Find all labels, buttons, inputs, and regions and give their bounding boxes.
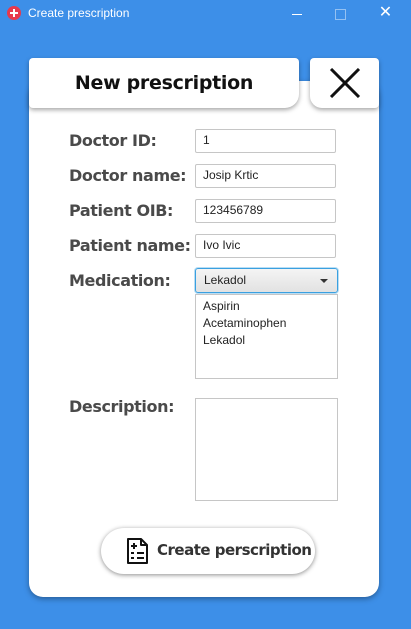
medication-dropdown[interactable]: Lekadol xyxy=(195,268,338,293)
medication-option[interactable]: Aspirin xyxy=(203,298,337,315)
doctor-name-label: Doctor name: xyxy=(69,166,187,185)
close-form-button[interactable] xyxy=(310,58,379,108)
maximize-icon xyxy=(335,8,346,20)
medication-list[interactable]: Aspirin Acetaminophen Lekadol xyxy=(195,294,338,379)
x-close-icon xyxy=(329,68,361,98)
description-textarea[interactable] xyxy=(195,398,338,501)
minimize-button[interactable] xyxy=(274,0,319,27)
close-icon: ✕ xyxy=(378,4,393,21)
patient-name-label: Patient name: xyxy=(69,236,191,255)
maximize-button[interactable] xyxy=(318,0,363,27)
create-prescription-label: Create perscription xyxy=(157,541,312,559)
description-label: Description: xyxy=(69,397,175,416)
minimize-icon xyxy=(291,13,302,15)
doctor-id-field[interactable]: 1 xyxy=(195,129,336,153)
doctor-name-field[interactable]: Josip Krtic xyxy=(195,164,336,188)
window-edge xyxy=(404,27,411,629)
create-prescription-button[interactable]: Create perscription xyxy=(101,528,315,574)
title-bar: Create prescription ✕ xyxy=(0,0,411,27)
patient-oib-field[interactable]: 123456789 xyxy=(195,199,336,223)
medication-option[interactable]: Lekadol xyxy=(203,332,337,349)
window-title: Create prescription xyxy=(28,6,130,20)
doctor-id-label: Doctor ID: xyxy=(69,131,157,150)
page-title: New prescription xyxy=(29,58,299,108)
medication-option[interactable]: Acetaminophen xyxy=(203,315,337,332)
medication-label: Medication: xyxy=(69,271,171,290)
window-close-button[interactable]: ✕ xyxy=(363,0,408,27)
prescription-document-icon xyxy=(127,538,148,564)
chevron-down-icon xyxy=(320,279,328,283)
app-cross-icon xyxy=(7,6,21,20)
patient-oib-label: Patient OIB: xyxy=(69,201,174,220)
medication-selected: Lekadol xyxy=(204,273,247,287)
patient-name-field[interactable]: Ivo Ivic xyxy=(195,234,336,258)
